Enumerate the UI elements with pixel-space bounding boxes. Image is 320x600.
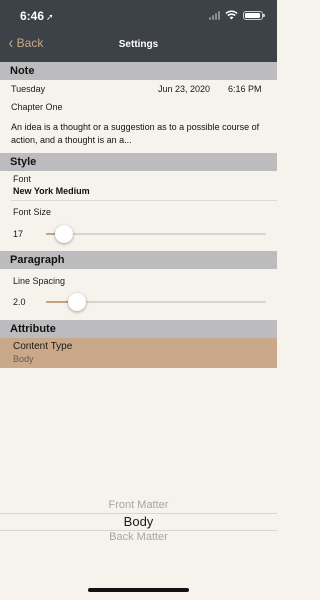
line-spacing-slider-thumb[interactable] (67, 293, 86, 311)
content-type-label: Content Type (13, 341, 73, 352)
status-time: 6:46 ➚ (20, 9, 54, 23)
section-header-paragraph: Paragraph (0, 251, 277, 269)
note-body[interactable]: An idea is a thought or a suggestion as … (11, 121, 265, 147)
content-type-row[interactable]: Content Type Body (0, 338, 277, 368)
page-title: Settings (118, 39, 159, 50)
font-label: Font (13, 174, 32, 184)
picker-option-selected[interactable]: Body (0, 514, 277, 529)
note-chapter: Chapter One (11, 102, 63, 112)
font-size-slider-thumb[interactable] (54, 225, 73, 243)
content-type-value: Body (13, 354, 34, 364)
wifi-icon (225, 10, 238, 20)
content-type-picker[interactable]: Front Matter Body Back Matter (0, 490, 277, 550)
font-value[interactable]: New York Medium (13, 186, 90, 196)
navigation-bar: 6:46 ➚ ‹ Back Settings (0, 0, 277, 62)
divider (11, 200, 277, 201)
line-spacing-value: 2.0 (13, 297, 26, 307)
section-header-attribute: Attribute (0, 320, 277, 338)
note-date: Jun 23, 2020 (158, 84, 211, 94)
picker-option[interactable]: Back Matter (0, 531, 277, 543)
cellular-signal-icon (209, 10, 220, 20)
line-spacing-label: Line Spacing (13, 276, 66, 286)
section-header-note: Note (0, 62, 277, 80)
picker-option[interactable]: Front Matter (0, 499, 277, 511)
section-header-style: Style (0, 153, 277, 171)
battery-icon (243, 10, 265, 20)
note-time: 6:16 PM (228, 84, 262, 94)
font-size-value: 17 (13, 229, 24, 239)
font-size-slider[interactable] (46, 233, 266, 235)
location-arrow-icon: ➚ (46, 12, 54, 22)
note-day: Tuesday (11, 84, 46, 94)
font-size-label: Font Size (13, 207, 52, 217)
home-indicator (88, 588, 189, 592)
status-icons (209, 10, 265, 20)
